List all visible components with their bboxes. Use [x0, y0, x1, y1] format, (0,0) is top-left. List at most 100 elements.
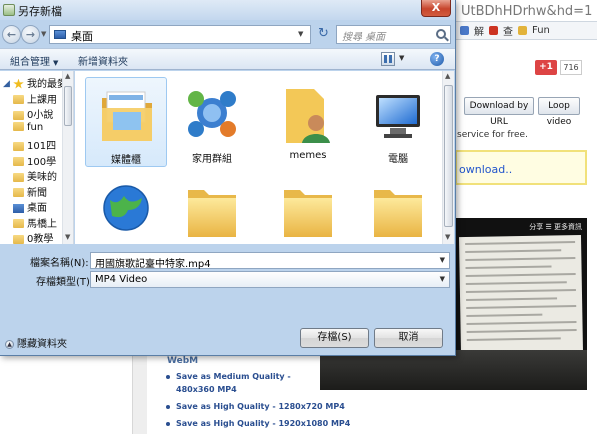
file-item[interactable]: 電腦: [357, 77, 439, 167]
organize-label: 組合管理: [10, 57, 50, 68]
page-left-pane: [0, 355, 133, 434]
organize-menu[interactable]: 組合管理 ▼: [10, 53, 58, 68]
filename-value: 用國旗歌記臺中特家.mp4: [95, 259, 211, 270]
expand-icon[interactable]: [3, 96, 10, 103]
nav-scrollbar[interactable]: ▲ ▼: [62, 71, 73, 244]
folder-icon: [13, 157, 24, 166]
filetype-value: MP4 Video: [95, 274, 148, 285]
filetype-select[interactable]: MP4 Video ▼: [90, 271, 450, 288]
filetype-dropdown-icon[interactable]: ▼: [440, 275, 445, 283]
nav-item-label: 101四: [27, 141, 57, 152]
service-text: service for free.: [457, 130, 528, 140]
file-item[interactable]: memes: [267, 77, 349, 167]
back-arrow-icon[interactable]: ←: [2, 25, 21, 44]
expand-icon[interactable]: [3, 112, 10, 119]
expand-icon[interactable]: [3, 174, 10, 181]
expand-icon[interactable]: [3, 123, 10, 130]
scroll-down-icon[interactable]: ▼: [65, 233, 70, 241]
webm-label: WebM: [167, 356, 199, 366]
download-by-url-button[interactable]: Download by URL: [464, 97, 534, 127]
folder-icon: [13, 234, 24, 244]
navigation-row: ← → ▼ 桌面 ▼ ↻ 搜尋 桌面: [0, 21, 455, 47]
view-options-icon[interactable]: [381, 52, 395, 66]
folder-icon: [13, 188, 24, 197]
nav-item-label: 0教學: [27, 234, 54, 244]
star-icon: [13, 78, 24, 89]
nav-item-label: 美味的: [27, 172, 57, 183]
folder-icon: [13, 172, 24, 182]
scroll-down-icon[interactable]: ▼: [445, 233, 450, 241]
folder-icon: [184, 176, 240, 242]
expand-icon[interactable]: [3, 158, 10, 165]
file-item[interactable]: ScreenMarker: [171, 172, 253, 244]
dialog-toolbar: 組合管理 ▼ 新增資料夾 ▼ ?: [0, 48, 455, 70]
file-item[interactable]: 網路: [85, 172, 167, 244]
download-link[interactable]: ownload..: [459, 163, 512, 176]
address-bar[interactable]: 桌面 ▼: [49, 25, 311, 44]
computer-icon: [370, 81, 426, 147]
video-share-bar[interactable]: 分享 ☰ 更多資訊: [529, 222, 582, 232]
file-list: 媒體櫃 家用群組 memes 電腦網路ScreenMarkerworking上課用: [75, 71, 442, 244]
save-button[interactable]: 存檔(S): [300, 328, 369, 348]
file-scrollbar[interactable]: ▲ ▼: [442, 71, 454, 244]
close-button[interactable]: X: [421, 0, 451, 17]
nav-scroll-thumb[interactable]: [64, 86, 72, 126]
folder-icon: [13, 122, 24, 131]
folder-icon: [370, 176, 426, 242]
file-item-label: 媒體櫃: [111, 155, 141, 166]
expand-icon[interactable]: [3, 220, 10, 227]
file-item-label: 家用群組: [192, 154, 232, 165]
file-item[interactable]: 媒體櫃: [85, 77, 167, 167]
quality-option-1[interactable]: Save as Medium Quality - 480x360 MP4: [165, 370, 305, 396]
nav-item-label: 新聞: [27, 187, 47, 199]
video-frame-hall: [320, 350, 587, 390]
bookmark-item-1[interactable]: 解: [474, 23, 484, 38]
scroll-up-icon[interactable]: ▲: [445, 72, 450, 80]
file-scroll-thumb[interactable]: [444, 85, 453, 227]
file-item[interactable]: 家用群組: [171, 77, 253, 167]
folder-icon: [13, 95, 24, 104]
quality-option-3[interactable]: Save as High Quality - 1920x1080 MP4: [165, 417, 350, 430]
filename-dropdown-icon[interactable]: ▼: [440, 256, 445, 264]
help-icon[interactable]: ?: [430, 52, 444, 66]
hide-folders-toggle[interactable]: ▲ 隱藏資料夾: [5, 335, 67, 350]
desktop-icon: [13, 203, 24, 213]
address-dropdown-icon[interactable]: ▼: [298, 30, 303, 38]
refresh-icon[interactable]: ↻: [314, 25, 333, 44]
view-dropdown-icon[interactable]: ▼: [399, 54, 404, 62]
browser-url-fragment[interactable]: UtBDhHDrhw&hd=1: [455, 0, 597, 22]
file-item[interactable]: working: [267, 172, 349, 244]
dialog-title: 另存新檔: [18, 5, 62, 18]
scroll-up-icon[interactable]: ▲: [65, 72, 70, 80]
folder-icon: [518, 26, 527, 35]
expand-icon[interactable]: ◢: [3, 79, 10, 88]
cancel-button[interactable]: 取消: [374, 328, 443, 348]
filename-label: 檔案名稱(N):: [30, 258, 89, 269]
bookmark-item-3[interactable]: Fun: [532, 25, 550, 36]
nav-item-label: 上課用: [27, 94, 57, 106]
expand-icon[interactable]: [3, 205, 10, 212]
search-icon[interactable]: [436, 29, 446, 39]
nav-item-label: 馬橋上: [27, 218, 57, 230]
plus-one-button[interactable]: +1: [535, 60, 557, 75]
folder-icon: [13, 110, 24, 120]
expand-icon[interactable]: [3, 143, 10, 150]
hide-folders-label: 隱藏資料夾: [17, 339, 67, 350]
bookmark-item-2[interactable]: 查: [503, 23, 513, 38]
bookmark-icon: [460, 26, 469, 35]
loop-video-button[interactable]: Loop video: [538, 97, 580, 127]
file-item[interactable]: 上課用: [357, 172, 439, 244]
search-input[interactable]: 搜尋 桌面: [336, 25, 451, 44]
forward-arrow-icon[interactable]: →: [21, 25, 40, 44]
expand-icon[interactable]: [3, 189, 10, 196]
nav-item-label: 我的最愛: [27, 79, 67, 90]
filename-field[interactable]: 用國旗歌記臺中特家.mp4 ▼: [90, 252, 450, 270]
new-folder-button[interactable]: 新增資料夾: [78, 53, 128, 68]
quality-option-2[interactable]: Save as High Quality - 1280x720 MP4: [165, 400, 350, 413]
history-dropdown-icon[interactable]: ▼: [41, 30, 48, 38]
plus-one-count: 716: [560, 60, 582, 75]
expand-icon[interactable]: [3, 236, 10, 243]
video-frame-screen: [458, 234, 584, 356]
folder-icon: [13, 219, 24, 228]
dialog-titlebar[interactable]: 另存新檔 X: [0, 0, 455, 20]
